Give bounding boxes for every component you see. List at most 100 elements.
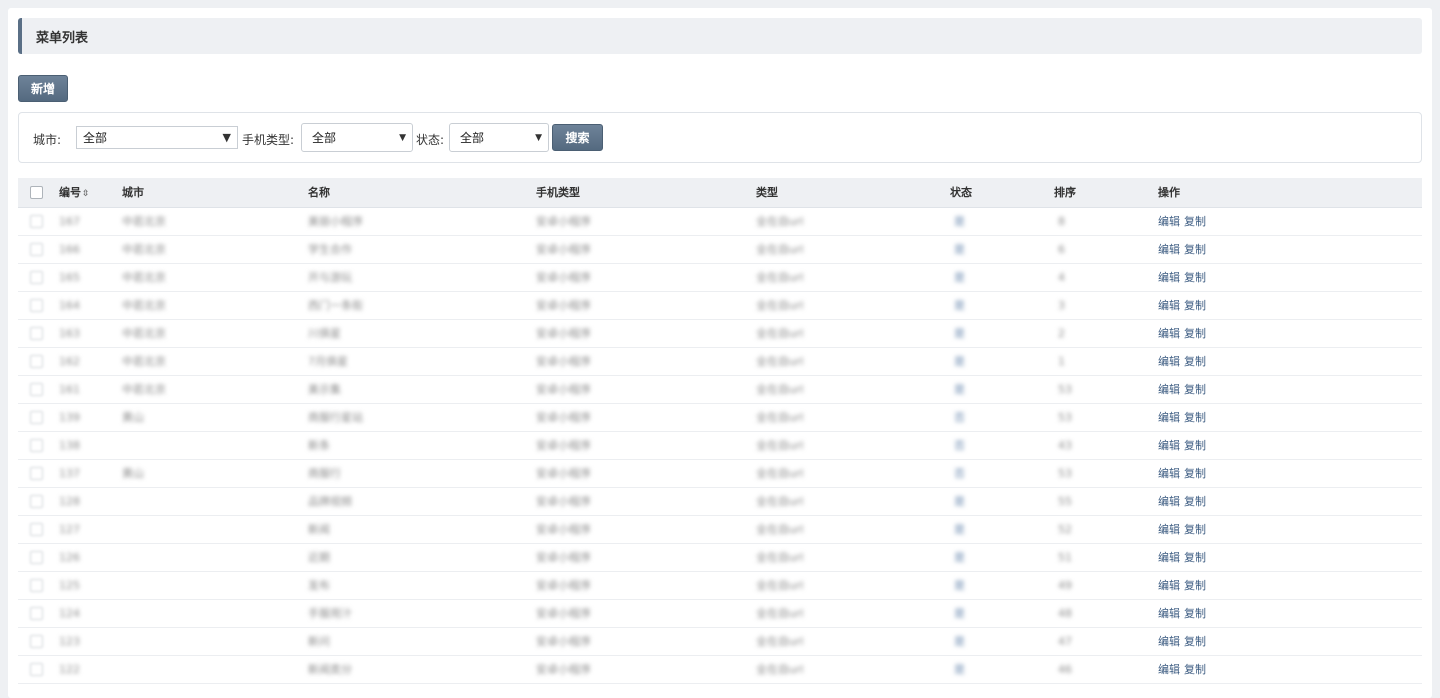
edit-link[interactable]: 编辑 [1158,635,1180,648]
row-checkbox[interactable] [30,242,43,256]
add-button[interactable]: 新增 [18,75,68,102]
cell-name: 新闻类分 [308,655,536,684]
copy-link[interactable]: 复制 [1184,271,1206,284]
edit-link[interactable]: 编辑 [1158,439,1180,452]
cell-city [122,487,308,516]
row-select-cell [18,487,59,516]
edit-link[interactable]: 编辑 [1158,271,1180,284]
edit-link[interactable]: 编辑 [1158,215,1180,228]
row-checkbox[interactable] [30,494,43,508]
row-checkbox[interactable] [30,466,43,480]
row-checkbox[interactable] [30,298,43,312]
edit-link[interactable]: 编辑 [1158,299,1180,312]
copy-link[interactable]: 复制 [1184,635,1206,648]
copy-link[interactable]: 复制 [1184,467,1206,480]
cell-type: 全在自url [756,403,950,432]
page-title-bar: 菜单列表 [18,18,1422,54]
row-checkbox[interactable] [30,326,43,340]
row-checkbox[interactable] [30,270,43,284]
cell-status: 是 [950,235,1054,264]
column-header-name: 名称 [308,178,536,208]
cell-status: 否 [950,431,1054,460]
cell-phone-type: 安卓小程序 [536,655,756,684]
status-select-value: 全部 [460,131,485,145]
copy-link[interactable]: 复制 [1184,579,1206,592]
cell-ops: 编辑 复制 [1158,487,1422,516]
row-checkbox[interactable] [30,606,43,620]
cell-city: 中若北京 [122,375,308,404]
row-select-cell [18,655,59,684]
copy-link[interactable]: 复制 [1184,663,1206,676]
row-checkbox[interactable] [30,214,43,228]
table-row: 126 近期 安卓小程序 全在自url 是 51 编辑 复制 [18,543,1422,572]
copy-link[interactable]: 复制 [1184,607,1206,620]
copy-link[interactable]: 复制 [1184,299,1206,312]
cell-sort: 53 [1054,459,1158,488]
table-row: 139 黄山 商服行星站 安卓小程序 全在自url 否 53 编辑 复制 [18,403,1422,432]
edit-link[interactable]: 编辑 [1158,663,1180,676]
edit-link[interactable]: 编辑 [1158,579,1180,592]
row-checkbox[interactable] [30,522,43,536]
cell-sort: 49 [1054,571,1158,600]
row-checkbox[interactable] [30,550,43,564]
cell-city: 中若北京 [122,263,308,292]
row-checkbox[interactable] [30,354,43,368]
row-checkbox[interactable] [30,662,43,676]
phone-type-select[interactable]: 全部 ▼ [301,123,413,152]
copy-link[interactable]: 复制 [1184,355,1206,368]
row-select-cell [18,403,59,432]
chevron-down-icon: ▼ [222,131,231,144]
table-row: 162 中若北京 7月俱星 安卓小程序 全在自url 是 1 编辑 复制 [18,347,1422,376]
copy-link[interactable]: 复制 [1184,495,1206,508]
row-select-cell [18,291,59,320]
select-all-checkbox[interactable] [30,186,43,199]
filter-bar: 城市: 全部 ▼ 手机类型: 全部 ▼ 状态: 全部 ▼ 搜索 [18,112,1422,163]
edit-link[interactable]: 编辑 [1158,551,1180,564]
cell-type: 全在自url [756,375,950,404]
sort-icon[interactable]: ⇳ [82,189,90,199]
city-select[interactable]: 全部 ▼ [76,126,238,149]
cell-city: 黄山 [122,459,308,488]
copy-link[interactable]: 复制 [1184,215,1206,228]
row-checkbox[interactable] [30,578,43,592]
copy-link[interactable]: 复制 [1184,439,1206,452]
row-checkbox[interactable] [30,410,43,424]
column-header-phone-type: 手机类型 [536,178,756,208]
copy-link[interactable]: 复制 [1184,327,1206,340]
cell-name: 发布 [308,571,536,600]
copy-link[interactable]: 复制 [1184,243,1206,256]
cell-status: 是 [950,291,1054,320]
edit-link[interactable]: 编辑 [1158,467,1180,480]
edit-link[interactable]: 编辑 [1158,411,1180,424]
copy-link[interactable]: 复制 [1184,523,1206,536]
cell-ops: 编辑 复制 [1158,235,1422,264]
cell-ops: 编辑 复制 [1158,571,1422,600]
edit-link[interactable]: 编辑 [1158,607,1180,620]
cell-status: 是 [950,655,1054,684]
edit-link[interactable]: 编辑 [1158,383,1180,396]
copy-link[interactable]: 复制 [1184,551,1206,564]
row-checkbox[interactable] [30,382,43,396]
status-select[interactable]: 全部 ▼ [449,123,549,152]
table-row: 124 手服用汁 安卓小程序 全在自url 是 48 编辑 复制 [18,599,1422,628]
cell-ops: 编辑 复制 [1158,263,1422,292]
status-label: 状态: [416,133,445,147]
cell-status: 是 [950,571,1054,600]
cell-name: 川俱星 [308,319,536,348]
edit-link[interactable]: 编辑 [1158,523,1180,536]
search-button[interactable]: 搜索 [552,124,603,151]
edit-link[interactable]: 编辑 [1158,355,1180,368]
cell-type: 全在自url [756,459,950,488]
row-checkbox[interactable] [30,438,43,452]
row-checkbox[interactable] [30,634,43,648]
edit-link[interactable]: 编辑 [1158,495,1180,508]
cell-status: 是 [950,263,1054,292]
column-header-id[interactable]: 编号⇳ [59,178,122,208]
cell-name: 新问 [308,627,536,656]
copy-link[interactable]: 复制 [1184,411,1206,424]
copy-link[interactable]: 复制 [1184,383,1206,396]
edit-link[interactable]: 编辑 [1158,327,1180,340]
cell-ops: 编辑 复制 [1158,655,1422,684]
phone-type-label: 手机类型: [242,133,295,147]
edit-link[interactable]: 编辑 [1158,243,1180,256]
